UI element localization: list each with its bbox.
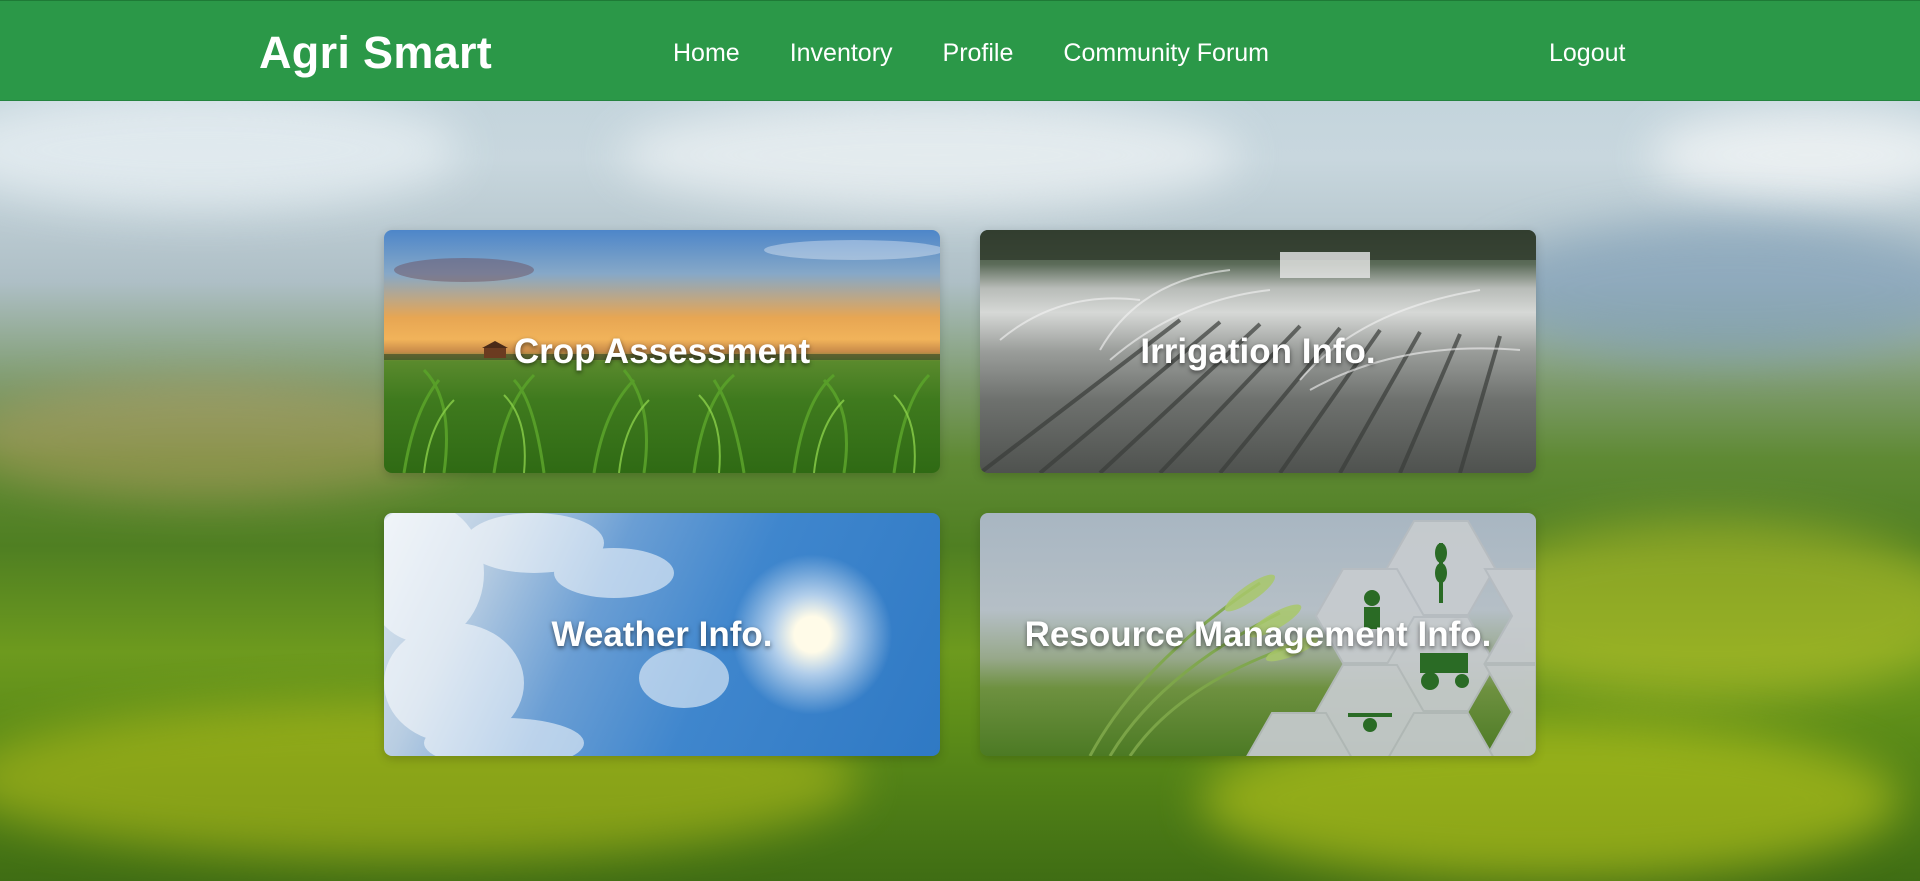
nav-inventory[interactable]: Inventory [790, 39, 893, 68]
brand-logo[interactable]: Agri Smart [259, 27, 492, 79]
logout-link[interactable]: Logout [1549, 39, 1625, 68]
top-navbar: Agri Smart Home Inventory Profile Commun… [0, 0, 1920, 101]
nav-community-forum[interactable]: Community Forum [1063, 39, 1269, 68]
tile-label: Weather Info. [551, 614, 773, 654]
tile-resource-management-info[interactable]: Resource Management Info. [980, 513, 1536, 756]
tile-label: Irrigation Info. [1140, 331, 1376, 371]
tile-label: Crop Assessment [513, 331, 811, 371]
background-landscape [0, 0, 1920, 881]
nav-profile[interactable]: Profile [943, 39, 1014, 68]
main-nav: Home Inventory Profile Community Forum [673, 39, 1319, 68]
tile-irrigation-info[interactable]: Irrigation Info. [980, 230, 1536, 473]
tile-crop-assessment[interactable]: Crop Assessment [384, 230, 940, 473]
nav-home[interactable]: Home [673, 39, 740, 68]
tile-weather-info[interactable]: Weather Info. [384, 513, 940, 756]
tile-label: Resource Management Info. [1024, 614, 1492, 654]
